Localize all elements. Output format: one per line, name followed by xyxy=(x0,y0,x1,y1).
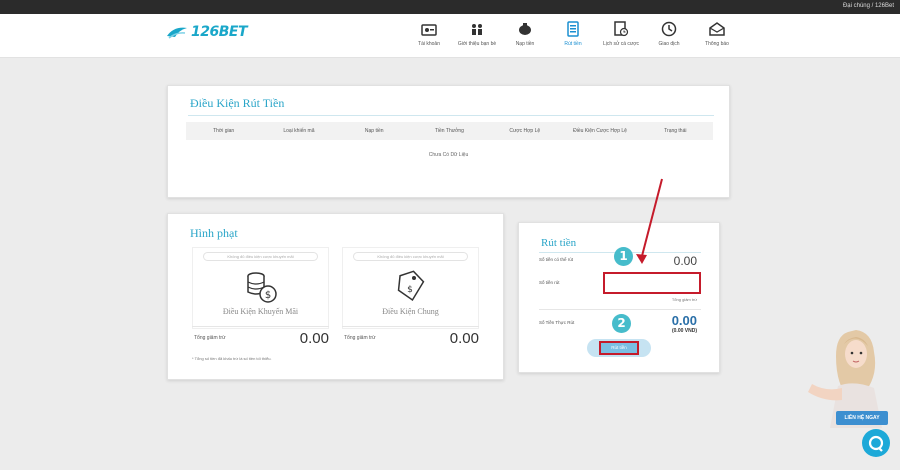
svg-text:$: $ xyxy=(407,285,413,295)
mail-icon xyxy=(709,22,725,36)
promo-total-row: Tổng giảm trừ 0.00 xyxy=(192,329,329,347)
promo-total-value: 0.00 xyxy=(299,330,329,347)
general-status-pill: Không đủ điều kiện cược khuyến mãi xyxy=(353,252,468,261)
nav-item-referral[interactable]: Giới thiệu bạn bè xyxy=(453,21,501,47)
withdraw-button-label: Rút tiền xyxy=(599,341,639,355)
divider xyxy=(192,326,329,327)
withdraw-icon xyxy=(567,21,579,37)
nav-item-deposit[interactable]: Nạp tiền xyxy=(501,21,549,47)
divider xyxy=(342,326,479,327)
nav-item-withdraw[interactable]: Rút tiền xyxy=(549,21,597,47)
nav-label: Thông báo xyxy=(705,41,729,47)
top-bar: Đại chúng / 126Bet xyxy=(0,0,900,14)
account-icon xyxy=(421,24,437,36)
step-1-marker: 1 xyxy=(614,247,633,266)
coins-icon: $ xyxy=(246,272,277,303)
chat-button[interactable] xyxy=(862,429,890,457)
transaction-icon xyxy=(661,21,677,37)
divider xyxy=(539,309,701,310)
withdraw-card: Rút tiền Số tiền có thể rút 0.00 Số tiền… xyxy=(518,222,720,373)
penalty-title: Hình phạt xyxy=(190,226,238,240)
promo-status-pill: Không đủ điều kiện cược khuyến mãi xyxy=(203,252,318,261)
balance-value: 0.00 xyxy=(673,254,697,268)
contact-now-button[interactable]: LIÊN HỆ NGAY xyxy=(836,411,888,425)
nav-item-account[interactable]: Tài khoản xyxy=(405,21,453,47)
site-header: 126BET Tài khoản Giới thiệu bạn bè Nạp t… xyxy=(0,14,900,58)
amount-label: Số tiền rút xyxy=(539,280,560,285)
actual-amount-value: 0.00 xyxy=(671,313,697,328)
conditions-table-header: Thời gian Loại khiến mã Nạp tiền Tiền Th… xyxy=(186,122,713,140)
empty-table-message: Chưa Có Dữ Liệu xyxy=(428,152,469,158)
withdraw-amount-input[interactable] xyxy=(603,272,701,294)
svg-text:$: $ xyxy=(264,290,270,301)
conditions-title: Điều Kiện Rút Tiền xyxy=(190,96,285,110)
nav-label: Tài khoản xyxy=(418,41,440,47)
referral-icon xyxy=(472,24,482,35)
nav-label: Giới thiệu bạn bè xyxy=(457,41,497,47)
deposit-icon xyxy=(519,23,531,35)
nav-item-transaction[interactable]: Giao dịch xyxy=(645,21,693,47)
withdraw-title: Rút tiền xyxy=(541,237,577,249)
column-header: Nạp tiền xyxy=(364,128,384,134)
column-header: Trạng thái xyxy=(664,128,687,134)
price-tag-icon: $ xyxy=(397,270,424,302)
title-divider xyxy=(188,115,714,116)
general-total-row: Tổng giảm trừ 0.00 xyxy=(342,329,479,347)
column-header: Loại khiến mã xyxy=(283,128,315,134)
withdraw-conditions-card: Điều Kiện Rút Tiền Thời gian Loại khiến … xyxy=(167,85,730,198)
history-icon xyxy=(614,21,629,37)
account-link[interactable]: Đại chúng / 126Bet xyxy=(843,3,894,9)
amount-hint: Tổng giảm trừ xyxy=(671,297,697,302)
general-total-label: Tổng giảm trừ xyxy=(344,335,376,341)
column-header: Điều Kiện Cược Hợp Lệ xyxy=(573,128,627,134)
nav-label: Giao dịch xyxy=(658,41,680,47)
logo-text: 126BET xyxy=(191,24,248,40)
column-header: Thời gian xyxy=(213,128,235,134)
balance-label: Số tiền có thể rút xyxy=(539,257,574,262)
logo-mark-icon xyxy=(166,24,188,40)
nav-item-notifications[interactable]: Thông báo xyxy=(693,21,741,47)
promo-condition-panel: Không đủ điều kiện cược khuyến mãi $ xyxy=(192,247,329,329)
brand-logo[interactable]: 126BET xyxy=(166,24,248,40)
actual-amount-label: Số Tiền Thực Rút xyxy=(539,320,575,325)
step-2-marker: 2 xyxy=(612,314,631,333)
penalty-card: Hình phạt Không đủ điều kiện cược khuyến… xyxy=(167,213,504,380)
actual-amount-vnd: (0.00 VND) xyxy=(671,328,697,334)
nav-label: Lịch sử cá cược xyxy=(602,41,640,47)
nav-label: Rút tiền xyxy=(564,41,582,47)
column-header: Cược Hợp Lệ xyxy=(509,128,541,134)
general-condition-label: Điều Kiện Chung xyxy=(382,307,439,316)
main-nav: Tài khoản Giới thiệu bạn bè Nạp tiền Rút… xyxy=(405,21,741,47)
penalty-note: * Tổng số tiền đã khấu trừ là số tiền tố… xyxy=(192,356,272,361)
nav-label: Nạp tiền xyxy=(515,41,535,47)
general-total-value: 0.00 xyxy=(449,330,479,347)
column-header: Tiền Thưởng xyxy=(435,128,464,134)
general-condition-panel: Không đủ điều kiện cược khuyến mãi $ xyxy=(342,247,479,329)
nav-item-history[interactable]: Lịch sử cá cược xyxy=(597,21,645,47)
promo-total-label: Tổng giảm trừ xyxy=(194,335,226,341)
promo-condition-label: Điều Kiện Khuyến Mãi xyxy=(222,307,299,316)
chat-icon xyxy=(868,435,884,452)
withdraw-button[interactable]: Rút tiền xyxy=(587,339,651,357)
